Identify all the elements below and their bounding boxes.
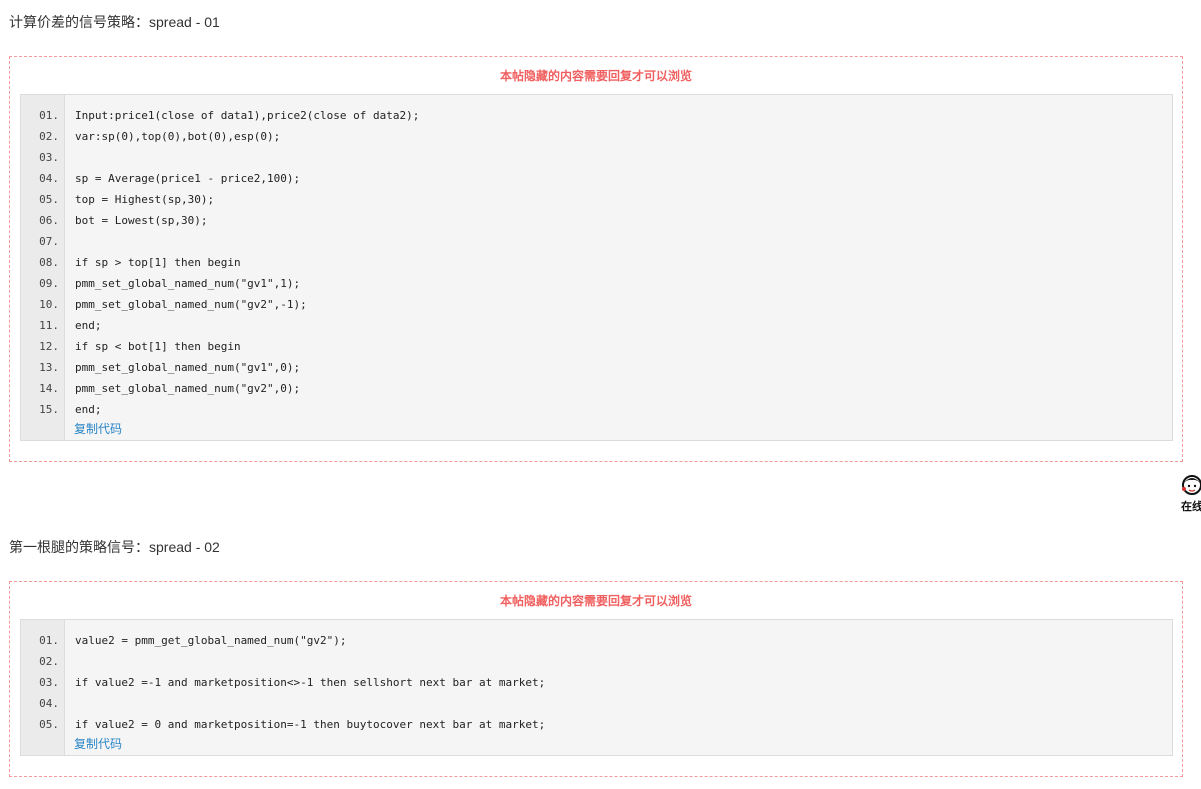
line-number: 12. xyxy=(39,340,59,353)
line-number: 09. xyxy=(39,277,59,290)
code-line: 07. xyxy=(21,231,1172,252)
code-line: 05. if value2 = 0 and marketposition=-1 t… xyxy=(21,714,1172,735)
line-number: 04. xyxy=(39,697,59,710)
code-line: 04. sp = Average(price1 - price2,100); xyxy=(21,168,1172,189)
hidden-content-box-2: 本帖隐藏的内容需要回复才可以浏览 01. value2 = pmm_get_glo… xyxy=(9,581,1183,777)
code-block-1: 01. Input:price1(close of data1),price2(c… xyxy=(20,94,1173,441)
section-title-1: 计算价差的信号策略：spread - 01 xyxy=(9,14,220,30)
code-text: pmm_set_global_named_num("gv2",-1); xyxy=(75,298,307,311)
code-text: end; xyxy=(75,319,102,332)
line-number: 04. xyxy=(39,172,59,185)
code-line: 10. pmm_set_global_named_num("gv2",-1); xyxy=(21,294,1172,315)
line-number: 02. xyxy=(39,130,59,143)
code-text: value2 = pmm_get_global_named_num("gv2")… xyxy=(75,634,347,647)
code-line: 11. end; xyxy=(21,315,1172,336)
line-number: 15. xyxy=(39,403,59,416)
code-text: end; xyxy=(75,403,102,416)
code-text: pmm_set_global_named_num("gv1",1); xyxy=(75,277,301,290)
code-line: 14. pmm_set_global_named_num("gv2",0); xyxy=(21,378,1172,399)
code-text: if value2 =-1 and marketposition<>-1 the… xyxy=(75,676,546,689)
code-line: 06. bot = Lowest(sp,30); xyxy=(21,210,1172,231)
code-line: 03. if value2 =-1 and marketposition<>-1 … xyxy=(21,672,1172,693)
code-line: 09. pmm_set_global_named_num("gv1",1); xyxy=(21,273,1172,294)
code-line: 01. Input:price1(close of data1),price2(c… xyxy=(21,105,1172,126)
code-line: 15. end; xyxy=(21,399,1172,420)
line-number: 10. xyxy=(39,298,59,311)
hidden-content-box-1: 本帖隐藏的内容需要回复才可以浏览 01. Input:price1(close o… xyxy=(9,56,1183,462)
line-number: 08. xyxy=(39,256,59,269)
code-line: 05. top = Highest(sp,30); xyxy=(21,189,1172,210)
code-text: top = Highest(sp,30); xyxy=(75,193,215,206)
line-number: 03. xyxy=(39,151,59,164)
code-text: sp = Average(price1 - price2,100); xyxy=(75,172,301,185)
line-number: 07. xyxy=(39,235,59,248)
code-line: 02. var:sp(0),top(0),bot(0),esp(0); xyxy=(21,126,1172,147)
line-number: 01. xyxy=(39,634,59,647)
code-text: if sp > top[1] then begin xyxy=(75,256,241,269)
line-number: 03. xyxy=(39,676,59,689)
code-text: pmm_set_global_named_num("gv1",0); xyxy=(75,361,301,374)
line-number: 02. xyxy=(39,655,59,668)
code-text: pmm_set_global_named_num("gv2",0); xyxy=(75,382,301,395)
hidden-content-notice-1: 本帖隐藏的内容需要回复才可以浏览 xyxy=(499,69,692,83)
hidden-content-notice-2: 本帖隐藏的内容需要回复才可以浏览 xyxy=(499,594,692,608)
code-text: var:sp(0),top(0),bot(0),esp(0); xyxy=(75,130,281,143)
section-title-2: 第一根腿的策略信号：spread - 02 xyxy=(9,539,220,555)
line-number: 11. xyxy=(39,319,59,332)
copy-code-link[interactable]: 复制代码 xyxy=(74,736,122,752)
code-text: Input:price1(close of data1),price2(clos… xyxy=(75,109,420,122)
code-block-2: 01. value2 = pmm_get_global_named_num("gv… xyxy=(20,619,1173,756)
line-number: 05. xyxy=(39,193,59,206)
line-number: 13. xyxy=(39,361,59,374)
code-text: bot = Lowest(sp,30); xyxy=(75,214,208,227)
code-line: 01. value2 = pmm_get_global_named_num("gv… xyxy=(21,630,1172,651)
code-line: 12. if sp < bot[1] then begin xyxy=(21,336,1172,357)
code-line: 08. if sp > top[1] then begin xyxy=(21,252,1172,273)
code-text: if value2 = 0 and marketposition=-1 then… xyxy=(75,718,546,731)
online-status-label: 在线 xyxy=(1181,501,1201,513)
code-text: if sp < bot[1] then begin xyxy=(75,340,241,353)
line-number: 01. xyxy=(39,109,59,122)
code-line: 04. xyxy=(21,693,1172,714)
code-line: 02. xyxy=(21,651,1172,672)
line-number: 06. xyxy=(39,214,59,227)
code-line: 03. xyxy=(21,147,1172,168)
line-number: 05. xyxy=(39,718,59,731)
copy-code-link[interactable]: 复制代码 xyxy=(74,421,122,437)
code-line: 13. pmm_set_global_named_num("gv1",0); xyxy=(21,357,1172,378)
line-number: 14. xyxy=(39,382,59,395)
